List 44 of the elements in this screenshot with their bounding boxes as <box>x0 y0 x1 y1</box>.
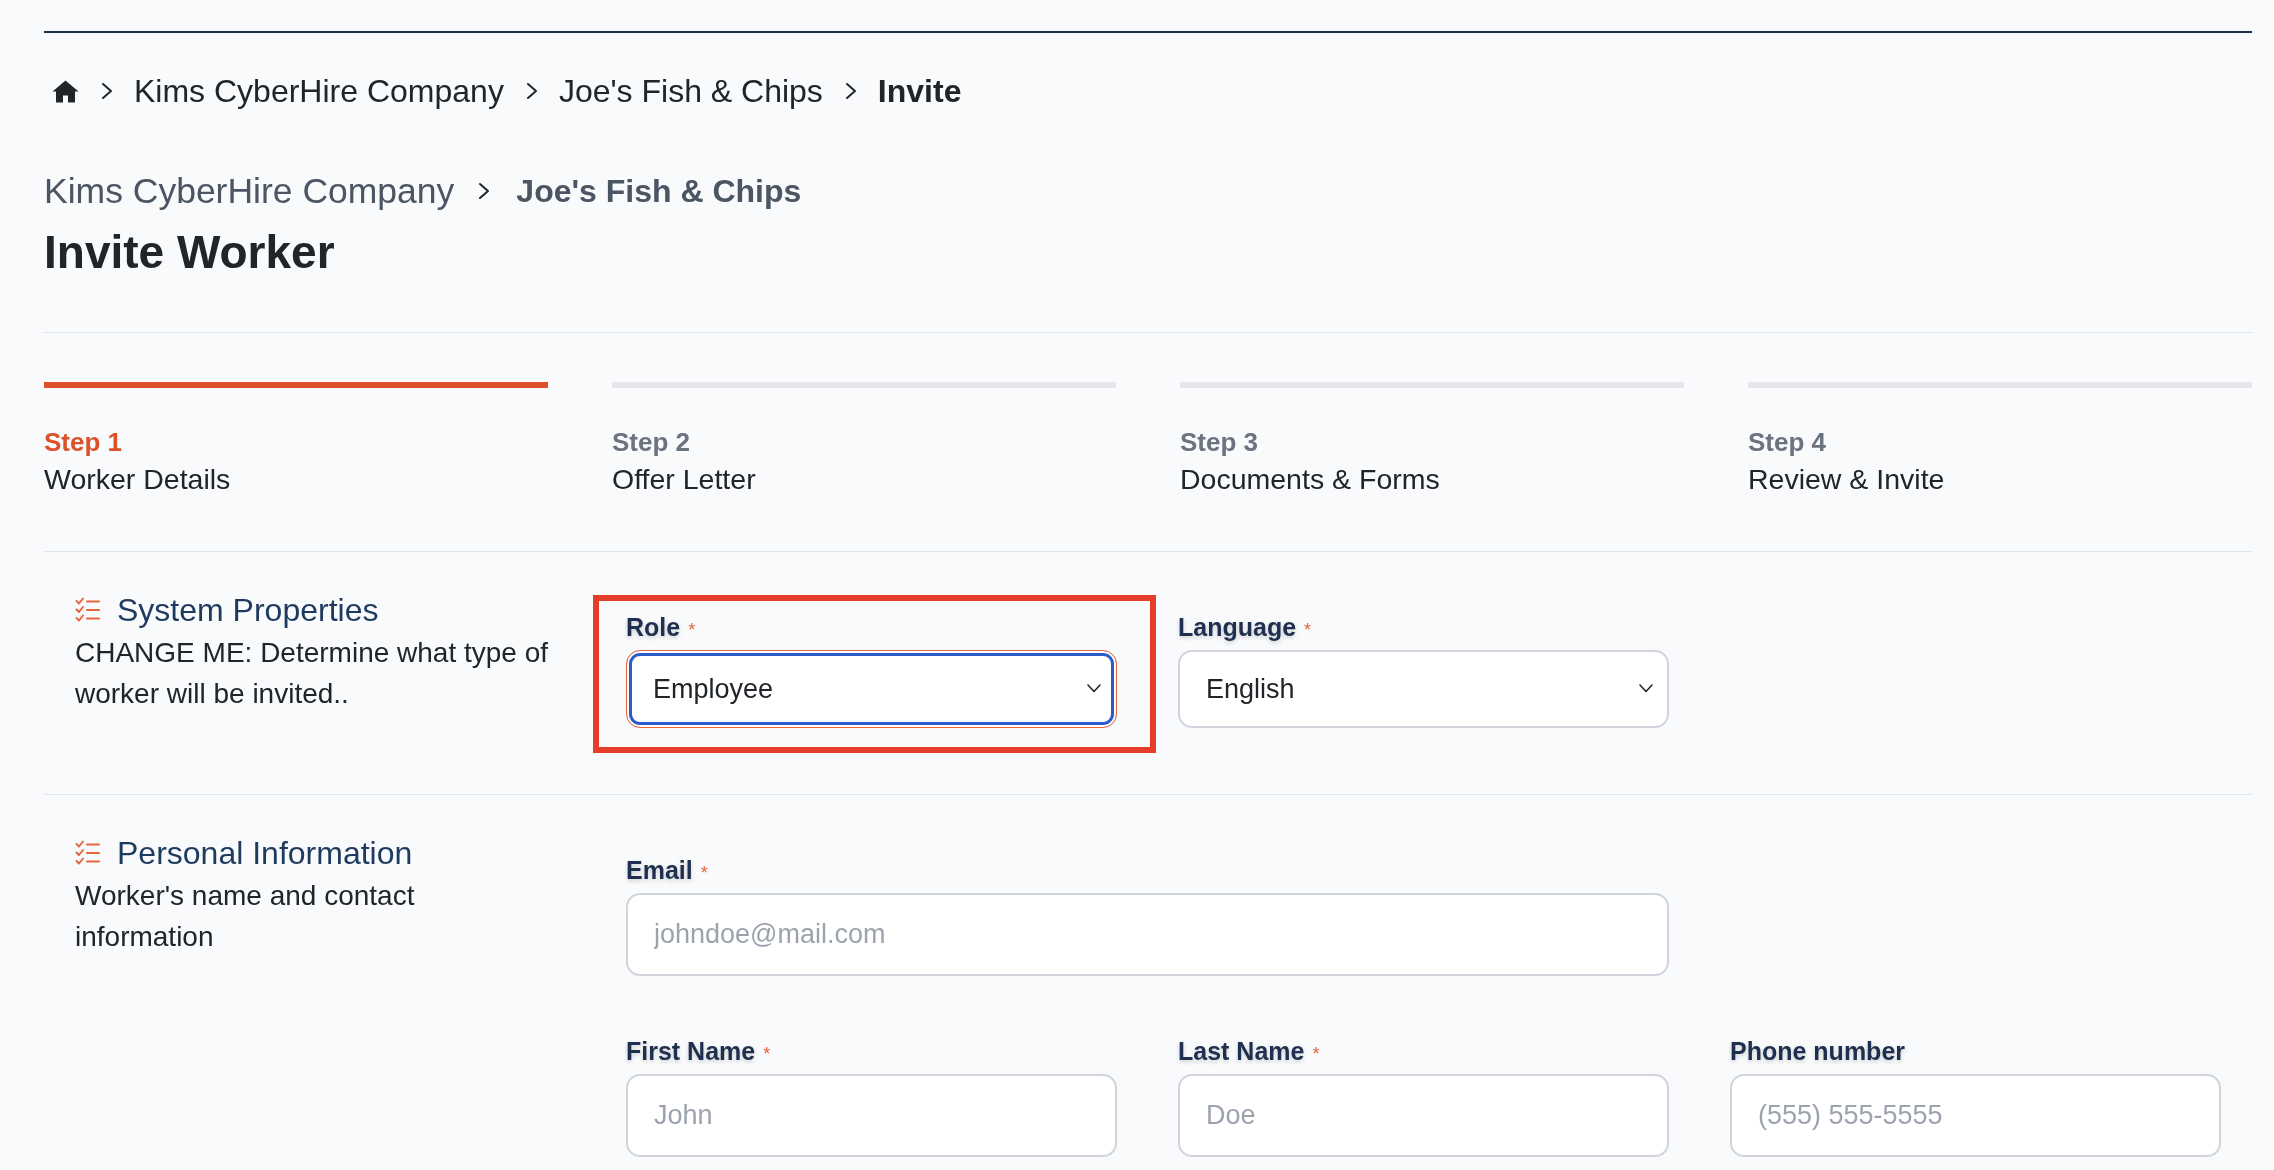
required-mark: * <box>700 862 708 885</box>
text-field[interactable]: (555) 555-5555 <box>1730 1074 2221 1157</box>
section-title: Personal Information <box>117 834 413 873</box>
field-label: Language <box>1178 612 1297 642</box>
chevron-right-icon <box>101 82 113 100</box>
text-field[interactable]: johndoe@mail.com <box>626 893 1669 976</box>
dropdown-field[interactable]: Employee <box>626 650 1117 728</box>
step-label: Step 2 <box>612 426 692 459</box>
step-title: Documents & Forms <box>1180 462 1441 497</box>
chevron-down-icon <box>1639 684 1653 693</box>
required-mark: * <box>763 1043 771 1066</box>
step-title: Review & Invite <box>1748 462 1946 497</box>
breadcrumb-link[interactable]: Kims CyberHire Company <box>44 171 455 211</box>
field-label: Email <box>626 855 693 885</box>
breadcrumb-link[interactable]: Kims CyberHire Company <box>134 71 504 111</box>
step-label: Step 3 <box>1180 426 1260 459</box>
text-field[interactable]: John <box>626 1074 1117 1157</box>
step-title: Worker Details <box>44 462 232 497</box>
field-label: Role <box>626 612 681 642</box>
chevron-right-icon <box>525 82 538 100</box>
breadcrumb-current: Joe's Fish & Chips <box>516 172 802 211</box>
required-mark: * <box>1304 619 1312 642</box>
step-label: Step 4 <box>1748 426 1828 459</box>
section-description: CHANGE ME: Determine what type of worker will be invited.. <box>75 636 550 711</box>
breadcrumb-link[interactable]: Joe's Fish & Chips <box>558 71 823 111</box>
checklist-icon <box>75 597 101 623</box>
checklist-icon <box>75 840 101 866</box>
field-label: First Name <box>626 1036 756 1066</box>
text-field[interactable]: Doe <box>1178 1074 1669 1157</box>
dropdown-field[interactable]: English <box>1178 650 1669 728</box>
home-icon[interactable] <box>52 79 79 103</box>
field-label: Last Name <box>1178 1036 1305 1066</box>
required-mark: * <box>688 619 696 642</box>
breadcrumb-current: Invite <box>877 72 962 111</box>
chevron-right-icon <box>478 182 491 200</box>
step-label: Step 1 <box>44 426 124 459</box>
section-description: Worker's name and contact information <box>75 879 416 954</box>
step-title: Offer Letter <box>612 462 757 497</box>
chevron-right-icon <box>844 82 857 100</box>
required-mark: * <box>1312 1043 1320 1066</box>
section-title: System Properties <box>117 591 379 630</box>
chevron-down-icon <box>1087 684 1101 693</box>
page-title: Invite Worker <box>44 225 336 280</box>
field-label: Phone number <box>1730 1036 1905 1066</box>
